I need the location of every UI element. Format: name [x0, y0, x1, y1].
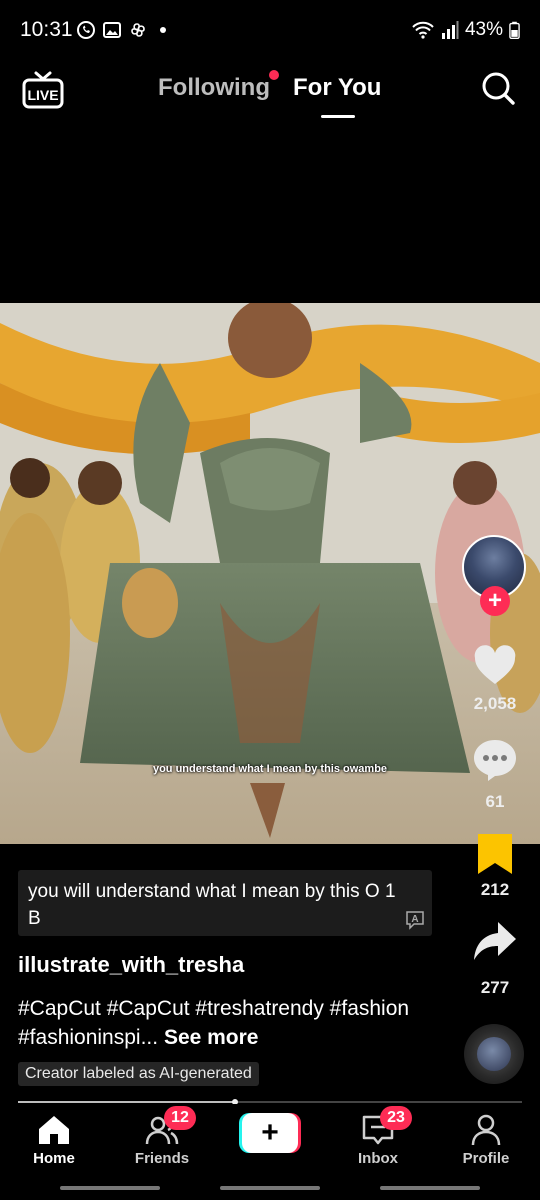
post-description[interactable]: #CapCut #CapCut #treshatrendy #fashion #…: [18, 994, 458, 1052]
pinwheel-icon: [131, 23, 145, 37]
translated-caption: you will understand what I mean by this …: [28, 881, 396, 929]
nav-home-label: Home: [33, 1150, 75, 1167]
tab-for-you[interactable]: For You: [293, 74, 381, 102]
whatsapp-icon: [77, 21, 95, 39]
home-icon: [39, 1116, 69, 1144]
comment-icon[interactable]: [472, 737, 518, 783]
like-heart-icon[interactable]: [472, 643, 518, 689]
status-time: 10:31: [20, 18, 73, 41]
live-label: LIVE: [27, 87, 58, 103]
status-bar: 10:31 43%: [0, 0, 540, 60]
video-burned-caption: you understand what I mean by this owamb…: [152, 763, 388, 775]
nav-profile[interactable]: Profile: [436, 1112, 536, 1167]
top-nav: LIVE Following For You: [0, 60, 540, 124]
gesture-bar-right: [380, 1186, 480, 1190]
gesture-bar-left: [60, 1186, 160, 1190]
svg-text:A: A: [411, 914, 418, 925]
nav-profile-label: Profile: [462, 1150, 510, 1167]
bookmark-icon[interactable]: [476, 832, 514, 878]
battery-icon: [509, 21, 520, 39]
active-tab-indicator: [321, 115, 355, 118]
create-button[interactable]: +: [239, 1113, 301, 1153]
see-more-link[interactable]: See more: [164, 1026, 259, 1049]
tab-following[interactable]: Following: [158, 74, 270, 102]
inbox-badge: 23: [380, 1106, 412, 1130]
gallery-icon: [103, 22, 121, 38]
friends-badge: 12: [164, 1106, 196, 1130]
search-icon[interactable]: [480, 70, 516, 106]
live-icon[interactable]: LIVE: [22, 70, 64, 110]
nav-friends[interactable]: Friends: [112, 1112, 212, 1167]
following-new-dot: [269, 70, 279, 80]
video-player[interactable]: you understand what I mean by this owamb…: [0, 303, 540, 844]
wifi-icon: [412, 21, 434, 39]
notification-icons: [76, 20, 166, 40]
translate-icon[interactable]: A: [404, 910, 426, 930]
author-username[interactable]: illustrate_with_tresha: [18, 952, 244, 978]
translated-caption-box[interactable]: you will understand what I mean by this …: [18, 870, 432, 936]
nav-home[interactable]: Home: [4, 1112, 104, 1167]
gesture-bar-center: [220, 1186, 320, 1190]
plus-icon: +: [242, 1113, 298, 1153]
video-progress-bar[interactable]: [18, 1099, 522, 1105]
music-cover: [477, 1037, 511, 1071]
battery-percent: 43%: [464, 19, 503, 40]
profile-icon: [471, 1114, 501, 1146]
nav-inbox-label: Inbox: [358, 1150, 398, 1167]
save-count: 212: [480, 880, 510, 899]
more-notifications-dot: [160, 27, 166, 33]
like-count: 2,058: [473, 694, 517, 713]
music-disc[interactable]: [464, 1024, 524, 1084]
progress-fill: [18, 1101, 235, 1103]
follow-plus-button[interactable]: +: [480, 586, 510, 616]
ai-generated-label: Creator labeled as AI-generated: [18, 1062, 259, 1086]
signal-icon: [441, 21, 459, 39]
system-status: 43%: [411, 19, 520, 41]
share-arrow-icon[interactable]: [472, 918, 518, 964]
comment-count: 61: [485, 792, 505, 811]
nav-inbox[interactable]: Inbox: [328, 1112, 428, 1167]
nav-friends-label: Friends: [134, 1150, 190, 1167]
